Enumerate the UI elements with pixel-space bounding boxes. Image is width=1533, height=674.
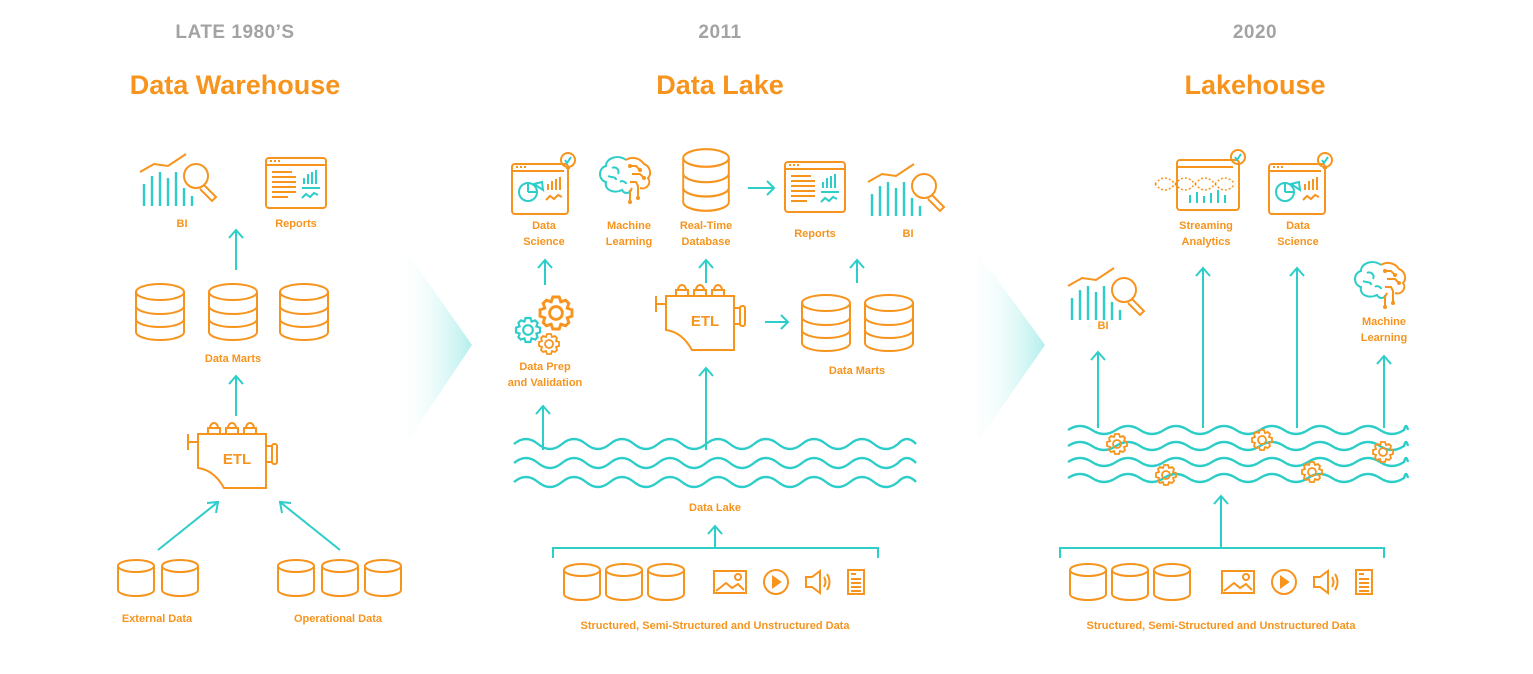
bi-chart-magnifier-icon [866,162,946,218]
gear-icon [1251,429,1273,451]
wave-line [1067,440,1410,452]
label-machine-learning: Machine Learning [606,218,652,250]
label-line: Real-Time [679,220,733,232]
water-waves-icon [513,437,917,489]
database-icon [321,559,359,597]
label-etl: ETL [690,313,720,330]
arrow-icon [552,524,879,558]
database-icon [864,294,914,352]
label-external-data: External Data [121,613,193,625]
label-bi: BI [176,218,188,230]
sources-bracket [1059,547,1385,558]
arrow-icon [157,500,341,551]
data-science-dashboard-icon [1268,152,1333,215]
label-realtime-database: Real-Time Database [680,218,732,250]
label-line: Science [523,236,565,248]
label-line: Data Prep [519,361,571,373]
database-icon [1111,563,1149,601]
bi-chart-magnifier-icon [1066,266,1146,322]
label-line: Science [1277,236,1319,248]
label-sources: Structured, Semi-Structured and Unstruct… [1086,620,1356,632]
arrow-icon [1059,494,1385,558]
wave-line [513,475,917,489]
diagram-graphics [117,148,1410,601]
label-bi: BI [1097,320,1109,332]
database-icon [135,283,185,341]
label-streaming-analytics: Streaming Analytics [1179,218,1233,250]
gears-icon [514,295,574,355]
label-line: Machine [606,220,652,232]
chevron-right-icon [395,235,472,460]
label-etl: ETL [222,451,252,468]
label-machine-learning: Machine Learning [1361,314,1407,346]
arrow-icon [537,258,865,285]
data-science-dashboard-icon [511,152,576,215]
database-icon [364,559,402,597]
arrow-icon [228,228,244,270]
database-icon [161,559,199,597]
wave-line [1067,472,1410,484]
arrow-icon [748,180,776,196]
label-line: Learning [605,236,653,248]
label-line: Database [681,236,731,248]
wave-line [513,437,917,451]
label-line: and Validation [507,377,583,389]
label-data-prep-validation: Data Prep and Validation [508,359,583,391]
database-icon [563,563,601,601]
database-icon [682,148,730,212]
label-sources: Structured, Semi-Structured and Unstruct… [580,620,850,632]
label-data-science: Data Science [1277,218,1319,250]
sources-bracket [552,547,879,558]
data-architecture-evolution-diagram: LATE 1980’S Data Warehouse 2011 Data Lak… [0,0,1533,674]
media-types-icons [1221,569,1373,595]
label-line: Learning [1360,332,1408,344]
database-icon [647,563,685,601]
label-data-marts: Data Marts [204,353,262,365]
label-reports: Reports [275,218,317,230]
label-data-science: Data Science [523,218,565,250]
database-icon [277,559,315,597]
label-reports: Reports [794,228,836,240]
database-icon [1153,563,1191,601]
label-data-lake: Data Lake [689,502,741,514]
wave-line [1067,424,1410,436]
label-line: Streaming [1179,220,1233,232]
database-icon [801,294,851,352]
label-line: Machine [1361,316,1407,328]
label-bi: BI [902,228,914,240]
report-dashboard-icon [784,161,846,213]
label-operational-data: Operational Data [293,613,383,625]
label-line: Data [532,220,556,232]
wave-line [1067,456,1410,468]
arrow-icon [765,314,790,330]
brain-circuit-icon [1354,261,1407,310]
streaming-analytics-icon [1154,149,1246,211]
label-data-marts: Data Marts [828,365,886,377]
database-icon [117,559,155,597]
gears-icon [1106,429,1394,486]
database-icon [279,283,329,341]
bi-chart-magnifier-icon [138,152,218,208]
brain-circuit-icon [599,156,652,205]
gear-icon [1372,441,1394,463]
media-types-icons [713,569,865,595]
wave-line [513,456,917,470]
report-dashboard-icon [265,157,327,209]
database-icon [1069,563,1107,601]
database-icon [605,563,643,601]
label-line: Data [1286,220,1310,232]
gear-icon [1301,461,1323,483]
arrow-icon [228,374,244,416]
label-line: Analytics [1181,236,1231,248]
chevron-right-icon [965,235,1045,460]
database-icon [208,283,258,341]
